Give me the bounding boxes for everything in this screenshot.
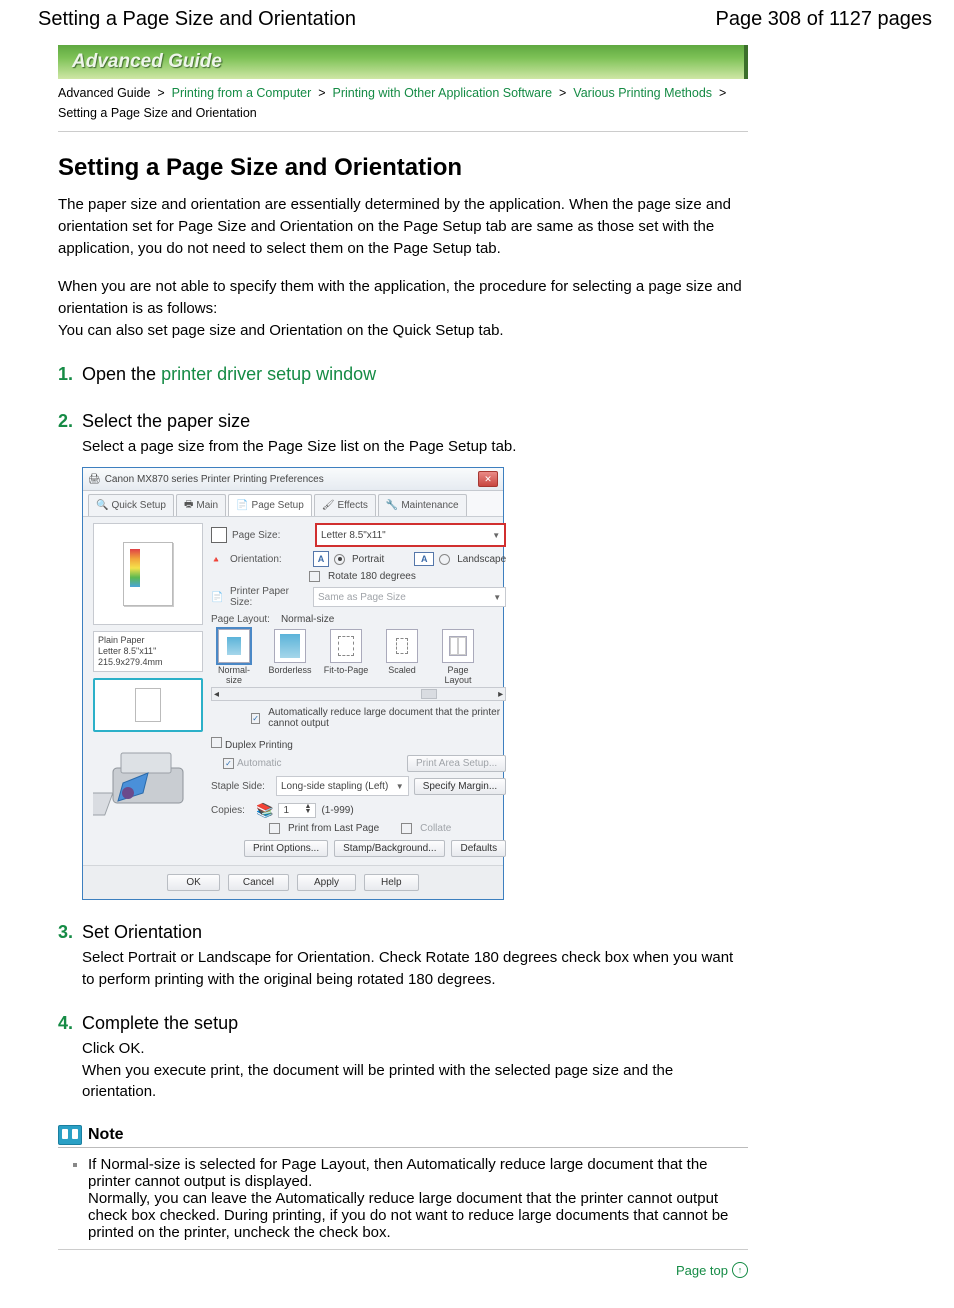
layout-normal[interactable] [218,629,250,663]
paper-info: Plain Paper Letter 8.5"x11" 215.9x279.4m… [93,631,203,671]
apply-button[interactable]: Apply [297,874,356,891]
step-number: 3. [58,922,82,991]
close-icon[interactable]: ✕ [478,471,498,487]
step-4: 4. Complete the setup Click OK. When you… [58,1013,748,1103]
media-preview [93,678,203,732]
step-number: 1. [58,364,82,389]
note-title: Note [88,1126,124,1144]
layout-scaled[interactable] [386,629,418,663]
step-2-title: Select the paper size [82,411,748,432]
step-1: 1. Open the printer driver setup window [58,364,748,389]
dialog-tabs: 🔍Quick Setup 🖶Main 📄Page Setup 🖌Effects … [83,491,503,517]
tab-quick-setup[interactable]: 🔍Quick Setup [88,494,174,516]
layout-borderless[interactable] [274,629,306,663]
page-layout-value: Normal-size [281,614,334,625]
note-header: Note [58,1125,748,1148]
orientation-icon: 🔺 [211,555,225,564]
step-2-desc: Select a page size from the Page Size li… [82,436,748,458]
staple-label: Staple Side: [211,781,271,792]
step-1-title: Open the printer driver setup window [82,364,748,385]
collate-checkbox[interactable] [401,823,412,834]
top-bar: Setting a Page Size and Orientation Page… [38,8,932,31]
printer-paper-icon: 📄 [211,592,225,603]
up-arrow-icon: ↑ [732,1262,748,1278]
layout-pagelayout[interactable] [442,629,474,663]
rotate-checkbox[interactable] [309,571,320,582]
page-layout-label: Page Layout: [211,614,270,625]
intro-paragraph-2: When you are not able to specify them wi… [58,276,748,320]
defaults-button[interactable]: Defaults [451,840,506,857]
duplex-checkbox[interactable] [211,737,222,748]
printer-paper-label: Printer Paper Size: [230,586,308,608]
page-title-left: Setting a Page Size and Orientation [38,8,356,31]
staple-combo[interactable]: Long-side stapling (Left)▼ [276,776,409,796]
advanced-guide-banner: Advanced Guide [58,45,748,79]
breadcrumb-link[interactable]: Various Printing Methods [573,86,712,100]
portrait-icon: A [313,551,329,567]
print-area-button[interactable]: Print Area Setup... [407,755,506,772]
landscape-icon: A [414,552,434,566]
auto-reduce-checkbox[interactable]: ✓ [251,713,260,724]
intro-paragraph-3: You can also set page size and Orientati… [58,320,748,342]
landscape-radio[interactable] [439,554,450,565]
breadcrumb: Advanced Guide > Printing from a Compute… [58,79,748,132]
note-list: If Normal-size is selected for Page Layo… [58,1156,748,1241]
printer-driver-setup-link[interactable]: printer driver setup window [161,364,376,384]
breadcrumb-link[interactable]: Advanced Guide [58,86,150,100]
page-layout-options: Normal-size Borderless Fit-to-Page Scale… [211,629,506,685]
layout-scrollbar[interactable]: ◂▸ [211,687,506,701]
layout-fit[interactable] [330,629,362,663]
step-3: 3. Set Orientation Select Portrait or La… [58,922,748,991]
automatic-checkbox[interactable]: ✓ [223,758,234,769]
dialog-title: Canon MX870 series Printer Printing Pref… [105,474,324,485]
stamp-background-button[interactable]: Stamp/Background... [334,840,445,857]
copies-label: Copies: [211,805,251,816]
step-4-desc: Click OK. When you execute print, the do… [82,1038,748,1103]
portrait-radio[interactable] [334,554,345,565]
page-size-icon [211,527,227,543]
tab-effects[interactable]: 🖌Effects [314,494,376,516]
orientation-label: Orientation: [230,554,308,565]
printer-illustration [93,738,203,828]
page-top-link[interactable]: Page top ↑ [58,1262,748,1278]
ok-button[interactable]: OK [167,874,219,891]
tab-maintenance[interactable]: 🔧Maintenance [378,494,467,516]
main-title: Setting a Page Size and Orientation [58,154,748,182]
step-2: 2. Select the paper size Select a page s… [58,411,748,901]
tab-page-setup[interactable]: 📄Page Setup [228,494,312,516]
page-preview [93,523,203,625]
printer-icon: 🖨 [88,474,101,485]
cancel-button[interactable]: Cancel [228,874,289,891]
page-size-label: Page Size: [232,530,310,541]
page-size-combo[interactable]: Letter 8.5"x11"▼ [315,523,506,547]
breadcrumb-current: Setting a Page Size and Orientation [58,106,257,120]
printer-paper-combo[interactable]: Same as Page Size▼ [313,587,506,607]
step-4-title: Complete the setup [82,1013,748,1034]
specify-margin-button[interactable]: Specify Margin... [414,778,506,795]
breadcrumb-link[interactable]: Printing with Other Application Software [333,86,553,100]
page-counter: Page 308 of 1127 pages [716,8,932,31]
step-number: 2. [58,411,82,901]
breadcrumb-link[interactable]: Printing from a Computer [172,86,312,100]
step-number: 4. [58,1013,82,1103]
step-3-desc: Select Portrait or Landscape for Orienta… [82,947,748,991]
printing-preferences-dialog: 🖨 Canon MX870 series Printer Printing Pr… [82,467,504,900]
note-icon [58,1125,82,1145]
tab-main[interactable]: 🖶Main [176,494,226,516]
help-button[interactable]: Help [364,874,419,891]
print-options-button[interactable]: Print Options... [244,840,328,857]
copies-spinner[interactable]: 1▲▼ [278,803,316,818]
note-item: If Normal-size is selected for Page Layo… [88,1156,728,1241]
intro-paragraph-1: The paper size and orientation are essen… [58,194,748,259]
step-3-title: Set Orientation [82,922,748,943]
copies-icon: 📚 [256,802,273,819]
print-last-checkbox[interactable] [269,823,280,834]
